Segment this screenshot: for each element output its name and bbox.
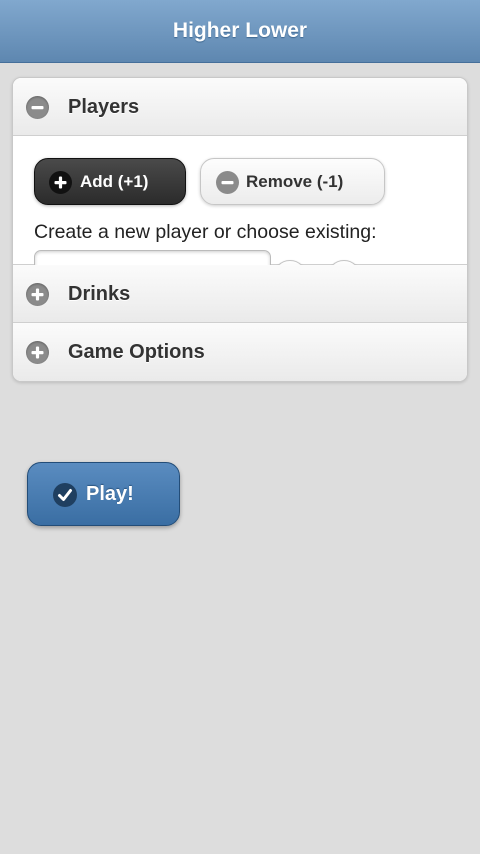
- players-section-header[interactable]: Players: [13, 78, 467, 136]
- play-label: Play!: [86, 483, 134, 505]
- plus-circle-icon: [26, 341, 49, 364]
- minus-circle-icon: [216, 171, 239, 194]
- options-collapsible-set: Players Add (+1) Remove (-1) Create a ne…: [12, 77, 468, 382]
- players-section-content: Add (+1) Remove (-1) Create a new player…: [13, 136, 467, 300]
- app-header: Higher Lower: [0, 0, 480, 63]
- game-options-section-label: Game Options: [68, 341, 205, 363]
- drinks-section-label: Drinks: [68, 283, 131, 305]
- plus-circle-icon: [49, 171, 72, 194]
- play-button[interactable]: Play!: [27, 462, 180, 526]
- remove-player-label: Remove (-1): [246, 172, 344, 191]
- players-section-label: Players: [68, 96, 140, 118]
- app-title: Higher Lower: [172, 19, 308, 42]
- plus-circle-icon: [26, 283, 49, 306]
- add-player-label: Add (+1): [80, 172, 149, 191]
- add-player-button[interactable]: Add (+1): [34, 158, 186, 205]
- create-player-prompt: Create a new player or choose existing:: [34, 221, 377, 243]
- minus-circle-icon: [26, 96, 49, 119]
- check-icon: [53, 483, 77, 507]
- remove-player-button[interactable]: Remove (-1): [200, 158, 385, 205]
- drinks-section-header[interactable]: Drinks: [13, 265, 467, 323]
- game-options-section-header[interactable]: Game Options: [13, 323, 467, 381]
